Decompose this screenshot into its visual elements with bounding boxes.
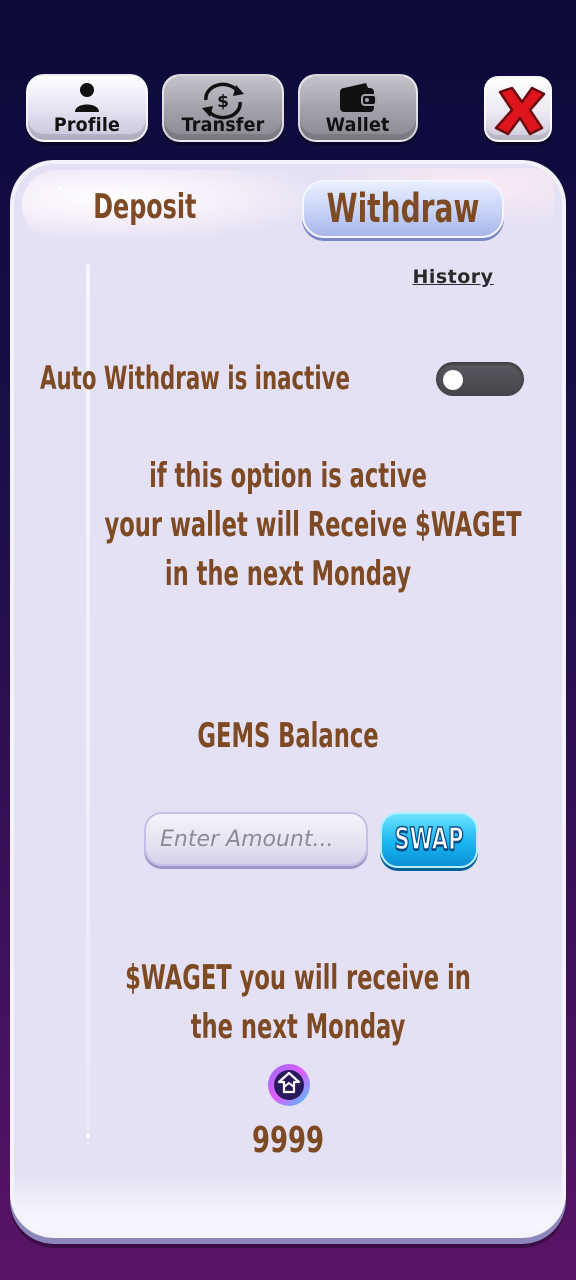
- waget-token-icon: [268, 1064, 310, 1106]
- panel-bottom-shine: [14, 1174, 562, 1234]
- tab-deposit[interactable]: Deposit: [93, 182, 196, 232]
- tab-withdraw[interactable]: Withdraw: [302, 180, 504, 238]
- tab-wallet-label: Wallet: [326, 114, 390, 136]
- tab-transfer-label: Transfer: [181, 114, 265, 136]
- auto-withdraw-info: if this option is active your wallet wil…: [40, 452, 536, 599]
- close-button[interactable]: [484, 76, 552, 142]
- receive-amount-value: 9999: [251, 1120, 325, 1161]
- user-icon: [75, 83, 99, 112]
- amount-input[interactable]: [144, 812, 368, 866]
- history-link[interactable]: History: [400, 266, 506, 288]
- sparkle: [86, 1134, 90, 1138]
- close-icon: [494, 86, 546, 136]
- info-line: if this option is active: [149, 456, 427, 496]
- swap-label: SWAP: [394, 821, 464, 858]
- tab-profile-label: Profile: [53, 114, 121, 136]
- info-line: your wallet will Receive $WAGET: [104, 505, 522, 545]
- svg-text:$: $: [217, 92, 229, 112]
- tab-withdraw-label: Withdraw: [326, 186, 480, 232]
- tab-transfer[interactable]: $ Transfer: [162, 74, 284, 142]
- wallet-icon: [340, 83, 377, 112]
- toggle-knob: [443, 370, 463, 390]
- gems-balance-title: GEMS Balance: [197, 716, 379, 756]
- receive-info: $WAGET you will receive in the next Mond…: [60, 954, 536, 1052]
- tab-wallet[interactable]: Wallet: [298, 74, 418, 142]
- info-line: in the next Monday: [164, 554, 412, 594]
- auto-withdraw-label: Auto Withdraw is inactive: [40, 359, 350, 397]
- swap-button[interactable]: SWAP: [380, 812, 478, 868]
- tab-profile[interactable]: Profile: [26, 74, 148, 142]
- receive-line: the next Monday: [190, 1007, 406, 1047]
- receive-line: $WAGET you will receive in: [125, 958, 471, 998]
- auto-withdraw-toggle[interactable]: [436, 362, 524, 396]
- sparkle: [58, 186, 62, 190]
